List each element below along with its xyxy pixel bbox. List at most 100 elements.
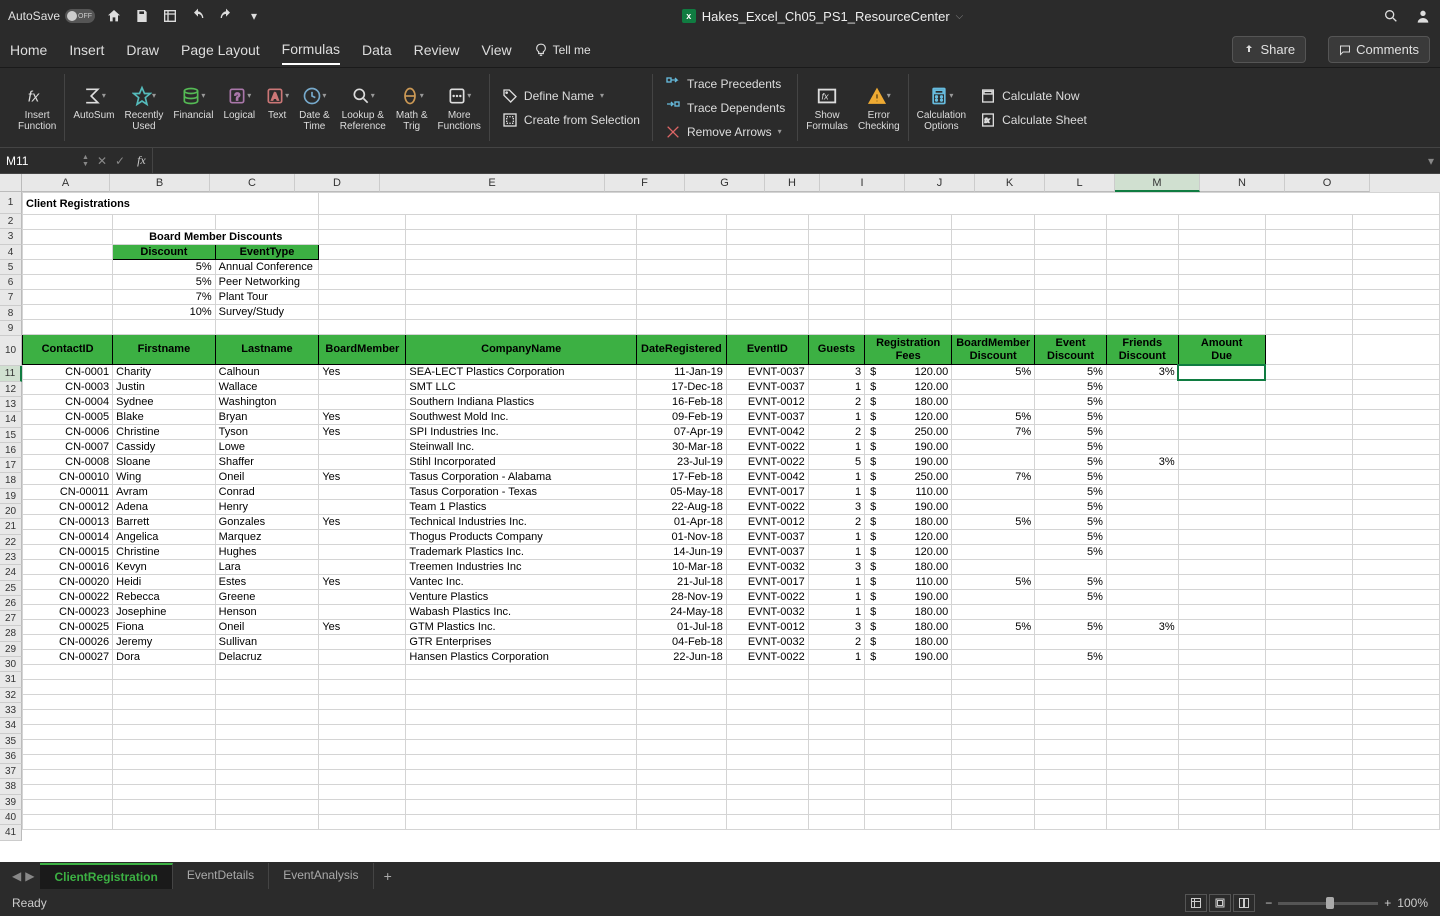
column-header-E[interactable]: E (380, 174, 605, 192)
row-header-38[interactable]: 38 (0, 779, 22, 794)
row-header-8[interactable]: 8 (0, 306, 22, 321)
zoom-out-icon[interactable]: − (1265, 896, 1272, 910)
calculation-options-button[interactable]: Calculation Options (917, 84, 966, 132)
row-header-23[interactable]: 23 (0, 550, 22, 565)
autosave-history-icon[interactable] (161, 7, 179, 25)
column-header-H[interactable]: H (765, 174, 820, 192)
insert-function-button[interactable]: fx Insert Function (18, 84, 56, 132)
add-sheet-button[interactable]: + (374, 864, 402, 888)
tab-insert[interactable]: Insert (69, 36, 104, 64)
row-header-16[interactable]: 16 (0, 443, 22, 458)
row-header-31[interactable]: 31 (0, 672, 22, 687)
row-header-14[interactable]: 14 (0, 412, 22, 427)
trace-dependents-button[interactable]: Trace Dependents (665, 100, 785, 116)
row-header-40[interactable]: 40 (0, 810, 22, 825)
autosave-toggle[interactable]: OFF (65, 9, 95, 23)
calculate-now-button[interactable]: Calculate Now (980, 88, 1087, 104)
row-header-33[interactable]: 33 (0, 703, 22, 718)
row-header-34[interactable]: 34 (0, 718, 22, 733)
user-icon[interactable] (1414, 7, 1432, 25)
more-functions-button[interactable]: More Functions (438, 84, 481, 132)
undo-icon[interactable] (189, 7, 207, 25)
column-header-L[interactable]: L (1045, 174, 1115, 192)
row-header-17[interactable]: 17 (0, 458, 22, 473)
row-header-20[interactable]: 20 (0, 504, 22, 519)
prev-sheet-icon[interactable]: ◀ (12, 869, 21, 883)
sheet-tab-ClientRegistration[interactable]: ClientRegistration (40, 863, 172, 889)
row-header-41[interactable]: 41 (0, 825, 22, 840)
remove-arrows-button[interactable]: Remove Arrows (665, 124, 785, 140)
create-from-selection-button[interactable]: Create from Selection (502, 112, 640, 128)
row-header-15[interactable]: 15 (0, 428, 22, 443)
expand-formula-bar-icon[interactable]: ▾ (1422, 154, 1440, 168)
qat-more-icon[interactable]: ▾ (245, 7, 263, 25)
formula-bar[interactable] (152, 148, 1422, 173)
row-header-13[interactable]: 13 (0, 397, 22, 412)
column-header-K[interactable]: K (975, 174, 1045, 192)
tab-home[interactable]: Home (10, 36, 47, 64)
column-header-I[interactable]: I (820, 174, 905, 192)
row-header-5[interactable]: 5 (0, 260, 22, 275)
zoom-control[interactable]: − + 100% (1265, 896, 1428, 910)
column-header-F[interactable]: F (605, 174, 685, 192)
tab-review[interactable]: Review (414, 36, 460, 64)
row-header-11[interactable]: 11 (0, 366, 22, 381)
row-header-36[interactable]: 36 (0, 749, 22, 764)
select-all-corner[interactable] (0, 174, 22, 192)
tab-page-layout[interactable]: Page Layout (181, 36, 260, 64)
comments-button[interactable]: Comments (1328, 36, 1430, 63)
column-headers[interactable]: ABCDEFGHIJKLMNO (22, 174, 1440, 192)
row-header-25[interactable]: 25 (0, 581, 22, 596)
chevron-down-icon[interactable]: ⌵ (956, 11, 964, 22)
sheet-tab-EventAnalysis[interactable]: EventAnalysis (269, 863, 373, 889)
recently-used-button[interactable]: Recently Used (125, 84, 164, 132)
tab-formulas[interactable]: Formulas (282, 35, 340, 65)
logical-button[interactable]: ?Logical (223, 84, 255, 132)
column-header-B[interactable]: B (110, 174, 210, 192)
column-header-C[interactable]: C (210, 174, 295, 192)
row-header-1[interactable]: 1 (0, 192, 22, 214)
date-time-button[interactable]: Date & Time (299, 84, 330, 132)
zoom-in-icon[interactable]: + (1384, 896, 1391, 910)
column-header-D[interactable]: D (295, 174, 380, 192)
row-header-30[interactable]: 30 (0, 657, 22, 672)
show-formulas-button[interactable]: fxShow Formulas (806, 84, 848, 132)
row-header-37[interactable]: 37 (0, 764, 22, 779)
lookup-button[interactable]: Lookup & Reference (340, 84, 386, 132)
column-header-N[interactable]: N (1200, 174, 1285, 192)
redo-icon[interactable] (217, 7, 235, 25)
row-header-35[interactable]: 35 (0, 734, 22, 749)
financial-button[interactable]: Financial (173, 84, 213, 132)
row-header-32[interactable]: 32 (0, 688, 22, 703)
column-header-A[interactable]: A (22, 174, 110, 192)
tab-draw[interactable]: Draw (126, 36, 159, 64)
enter-formula-icon[interactable]: ✓ (115, 154, 125, 168)
row-header-19[interactable]: 19 (0, 489, 22, 504)
home-icon[interactable] (105, 7, 123, 25)
zoom-slider[interactable] (1278, 902, 1378, 905)
define-name-button[interactable]: Define Name (502, 88, 640, 104)
column-header-M[interactable]: M (1115, 174, 1200, 192)
row-header-21[interactable]: 21 (0, 519, 22, 534)
cancel-formula-icon[interactable]: ✕ (97, 154, 107, 168)
calculate-sheet-button[interactable]: fxCalculate Sheet (980, 112, 1087, 128)
spreadsheet-grid[interactable]: ABCDEFGHIJKLMNO 123456789101112131415161… (0, 174, 1440, 862)
sheet-tab-EventDetails[interactable]: EventDetails (173, 863, 269, 889)
row-header-10[interactable]: 10 (0, 336, 22, 366)
row-header-29[interactable]: 29 (0, 642, 22, 657)
row-header-2[interactable]: 2 (0, 214, 22, 229)
name-box[interactable]: M11 (0, 148, 80, 173)
share-button[interactable]: Share (1232, 36, 1306, 63)
page-layout-view-icon[interactable] (1209, 894, 1231, 912)
sheet-cells[interactable]: Client RegistrationsBoard Member Discoun… (22, 192, 1440, 830)
row-header-4[interactable]: 4 (0, 245, 22, 260)
row-header-3[interactable]: 3 (0, 229, 22, 244)
save-icon[interactable] (133, 7, 151, 25)
row-header-27[interactable]: 27 (0, 611, 22, 626)
row-header-26[interactable]: 26 (0, 596, 22, 611)
row-header-9[interactable]: 9 (0, 321, 22, 336)
page-break-view-icon[interactable] (1233, 894, 1255, 912)
math-trig-button[interactable]: Math & Trig (396, 84, 428, 132)
text-button[interactable]: AText (265, 84, 289, 132)
row-headers[interactable]: 1234567891011121314151617181920212223242… (0, 192, 22, 841)
